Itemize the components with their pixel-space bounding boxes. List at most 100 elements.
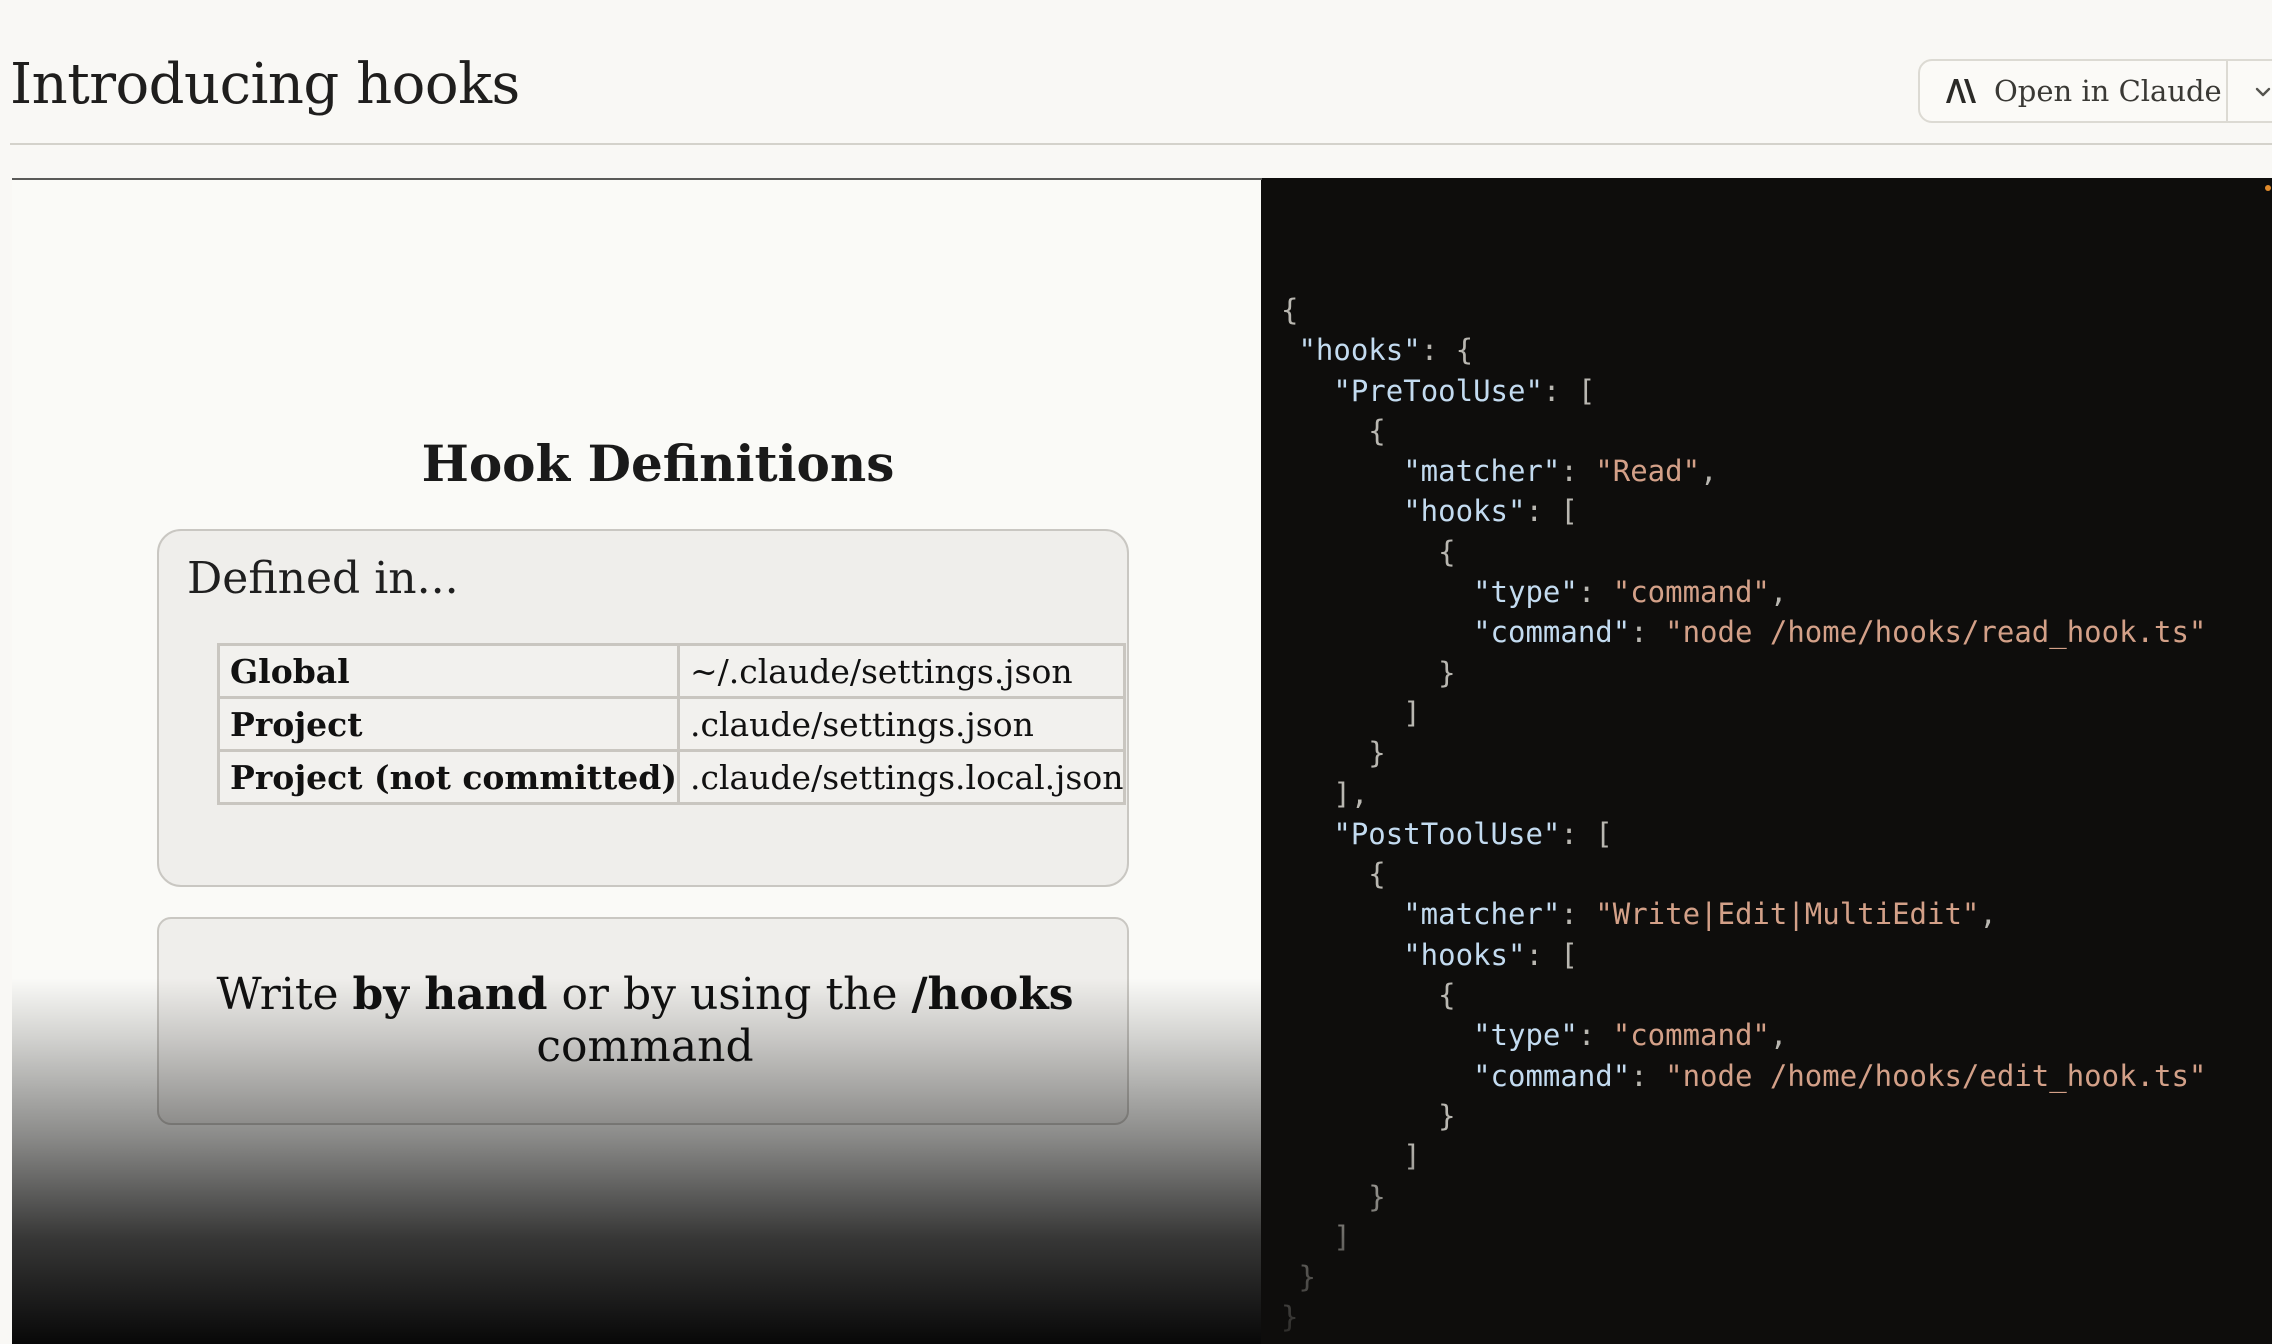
code-key: "hooks" — [1403, 494, 1526, 529]
scope-cell: Global — [217, 643, 680, 699]
write-hooks-card: Write by hand or by using the /hooks comm… — [157, 917, 1129, 1125]
scope-cell: Project (not committed) — [217, 749, 680, 805]
code-key: "type" — [1473, 575, 1578, 610]
recording-indicator-dot — [2265, 185, 2271, 191]
code-punctuation: , — [1769, 1018, 1788, 1053]
code-punctuation: { — [1281, 978, 1456, 1013]
code-line: "matcher": "Write|Edit|MultiEdit", — [1281, 894, 2206, 934]
open-in-claude-button[interactable]: Open in Claude — [1920, 61, 2226, 121]
code-punctuation — [1281, 333, 1298, 367]
code-line: { — [1281, 411, 2206, 451]
code-string: "command" — [1612, 1018, 1770, 1053]
settings-json-code: { "hooks": { "PreToolUse": [ { "matcher"… — [1281, 290, 2206, 1338]
code-punctuation: : [ — [1525, 937, 1578, 972]
defined-in-card: Defined in... Global ~/.claude/settings.… — [157, 529, 1129, 887]
code-punctuation: : { — [1420, 333, 1474, 368]
video-top-border — [12, 178, 1262, 180]
code-line: "type": "command", — [1281, 1015, 2206, 1055]
code-line: "hooks": [ — [1281, 491, 2206, 531]
write-prefix: Write — [216, 969, 353, 1020]
video-player[interactable]: Hook Definitions Defined in... Global ~/… — [12, 178, 2272, 1344]
code-line: ], — [1281, 774, 2206, 814]
table-row: Global ~/.claude/settings.json — [217, 643, 1127, 699]
write-bold-by-hand: by hand — [352, 969, 548, 1020]
code-line: ] — [1281, 1136, 2206, 1176]
code-line: ] — [1281, 1217, 2206, 1257]
code-line: } — [1281, 1297, 2206, 1337]
defined-in-label: Defined in... — [187, 553, 459, 604]
code-line: } — [1281, 1096, 2206, 1136]
code-punctuation — [1281, 374, 1333, 408]
code-line: } — [1281, 1177, 2206, 1217]
code-punctuation: } — [1281, 1300, 1299, 1335]
table-row: Project .claude/settings.json — [217, 696, 1127, 752]
code-line: ] — [1281, 693, 2206, 733]
claude-logo-icon — [1946, 79, 1976, 103]
scope-cell: Project — [217, 696, 680, 752]
code-line: "matcher": "Read", — [1281, 451, 2206, 491]
code-punctuation: : — [1577, 575, 1613, 610]
code-punctuation: : — [1630, 615, 1666, 650]
slide-panel: Hook Definitions Defined in... Global ~/… — [12, 178, 1261, 1344]
code-punctuation — [1281, 615, 1473, 649]
write-middle: or by using the — [547, 969, 912, 1020]
code-punctuation — [1281, 494, 1403, 528]
code-punctuation: { — [1281, 413, 1386, 448]
code-punctuation: { — [1281, 857, 1386, 892]
path-cell: ~/.claude/settings.json — [676, 643, 1127, 699]
code-key: "PostToolUse" — [1333, 816, 1561, 851]
code-key: "command" — [1473, 615, 1631, 650]
code-line: "command": "node /home/hooks/read_hook.t… — [1281, 612, 2206, 652]
code-panel: { "hooks": { "PreToolUse": [ { "matcher"… — [1261, 178, 2272, 1344]
code-punctuation: ] — [1281, 695, 1421, 730]
code-punctuation — [1281, 575, 1473, 609]
open-options-dropdown[interactable] — [2228, 61, 2272, 121]
code-line: } — [1281, 733, 2206, 773]
code-string: "Read" — [1595, 454, 1701, 489]
code-line: "hooks": [ — [1281, 935, 2206, 975]
code-punctuation: { — [1281, 534, 1456, 569]
code-key: "matcher" — [1403, 454, 1561, 489]
code-line: { — [1281, 975, 2206, 1015]
code-string: "node /home/hooks/edit_hook.ts" — [1665, 1058, 2207, 1093]
code-punctuation: { — [1281, 293, 1299, 327]
code-punctuation — [1281, 897, 1403, 931]
write-hooks-text: Write by hand or by using the /hooks comm… — [159, 969, 1131, 1073]
code-punctuation: : — [1630, 1058, 1666, 1093]
code-line: "hooks": { — [1281, 330, 2206, 370]
code-line: { — [1281, 532, 2206, 572]
code-key: "matcher" — [1403, 897, 1561, 932]
code-line: } — [1281, 1257, 2206, 1297]
code-line: "type": "command", — [1281, 572, 2206, 612]
write-suffix: command — [536, 1021, 754, 1072]
code-punctuation — [1281, 817, 1333, 851]
slide-title: Hook Definitions — [421, 434, 895, 493]
code-string: "command" — [1612, 575, 1770, 610]
code-punctuation: , — [1979, 897, 1997, 932]
code-punctuation: : [ — [1525, 494, 1578, 529]
code-string: "node /home/hooks/read_hook.ts" — [1665, 615, 2207, 650]
code-key: "PreToolUse" — [1333, 373, 1543, 408]
code-punctuation: ] — [1281, 1219, 1351, 1254]
code-punctuation: , — [1700, 454, 1718, 489]
code-punctuation: } — [1281, 736, 1386, 771]
code-line: { — [1281, 854, 2206, 894]
code-key: "command" — [1473, 1058, 1631, 1093]
page-title: Introducing hooks — [10, 52, 520, 117]
code-punctuation: } — [1281, 1179, 1386, 1214]
code-key: "type" — [1473, 1018, 1578, 1053]
code-punctuation: : — [1577, 1018, 1613, 1053]
code-punctuation: , — [1769, 575, 1788, 610]
open-in-claude-button-group: Open in Claude — [1918, 59, 2272, 123]
code-line: } — [1281, 653, 2206, 693]
code-punctuation — [1281, 454, 1403, 488]
write-bold-hooks-command: /hooks — [911, 969, 1074, 1020]
chevron-down-icon — [2255, 87, 2271, 97]
code-key: "hooks" — [1298, 333, 1421, 368]
code-line: "PostToolUse": [ — [1281, 814, 2206, 854]
code-punctuation: ] — [1281, 1139, 1421, 1174]
code-punctuation: : [ — [1542, 373, 1596, 408]
code-punctuation: : — [1560, 454, 1596, 489]
code-punctuation: ], — [1281, 776, 1369, 811]
path-cell: .claude/settings.local.json — [676, 749, 1127, 805]
